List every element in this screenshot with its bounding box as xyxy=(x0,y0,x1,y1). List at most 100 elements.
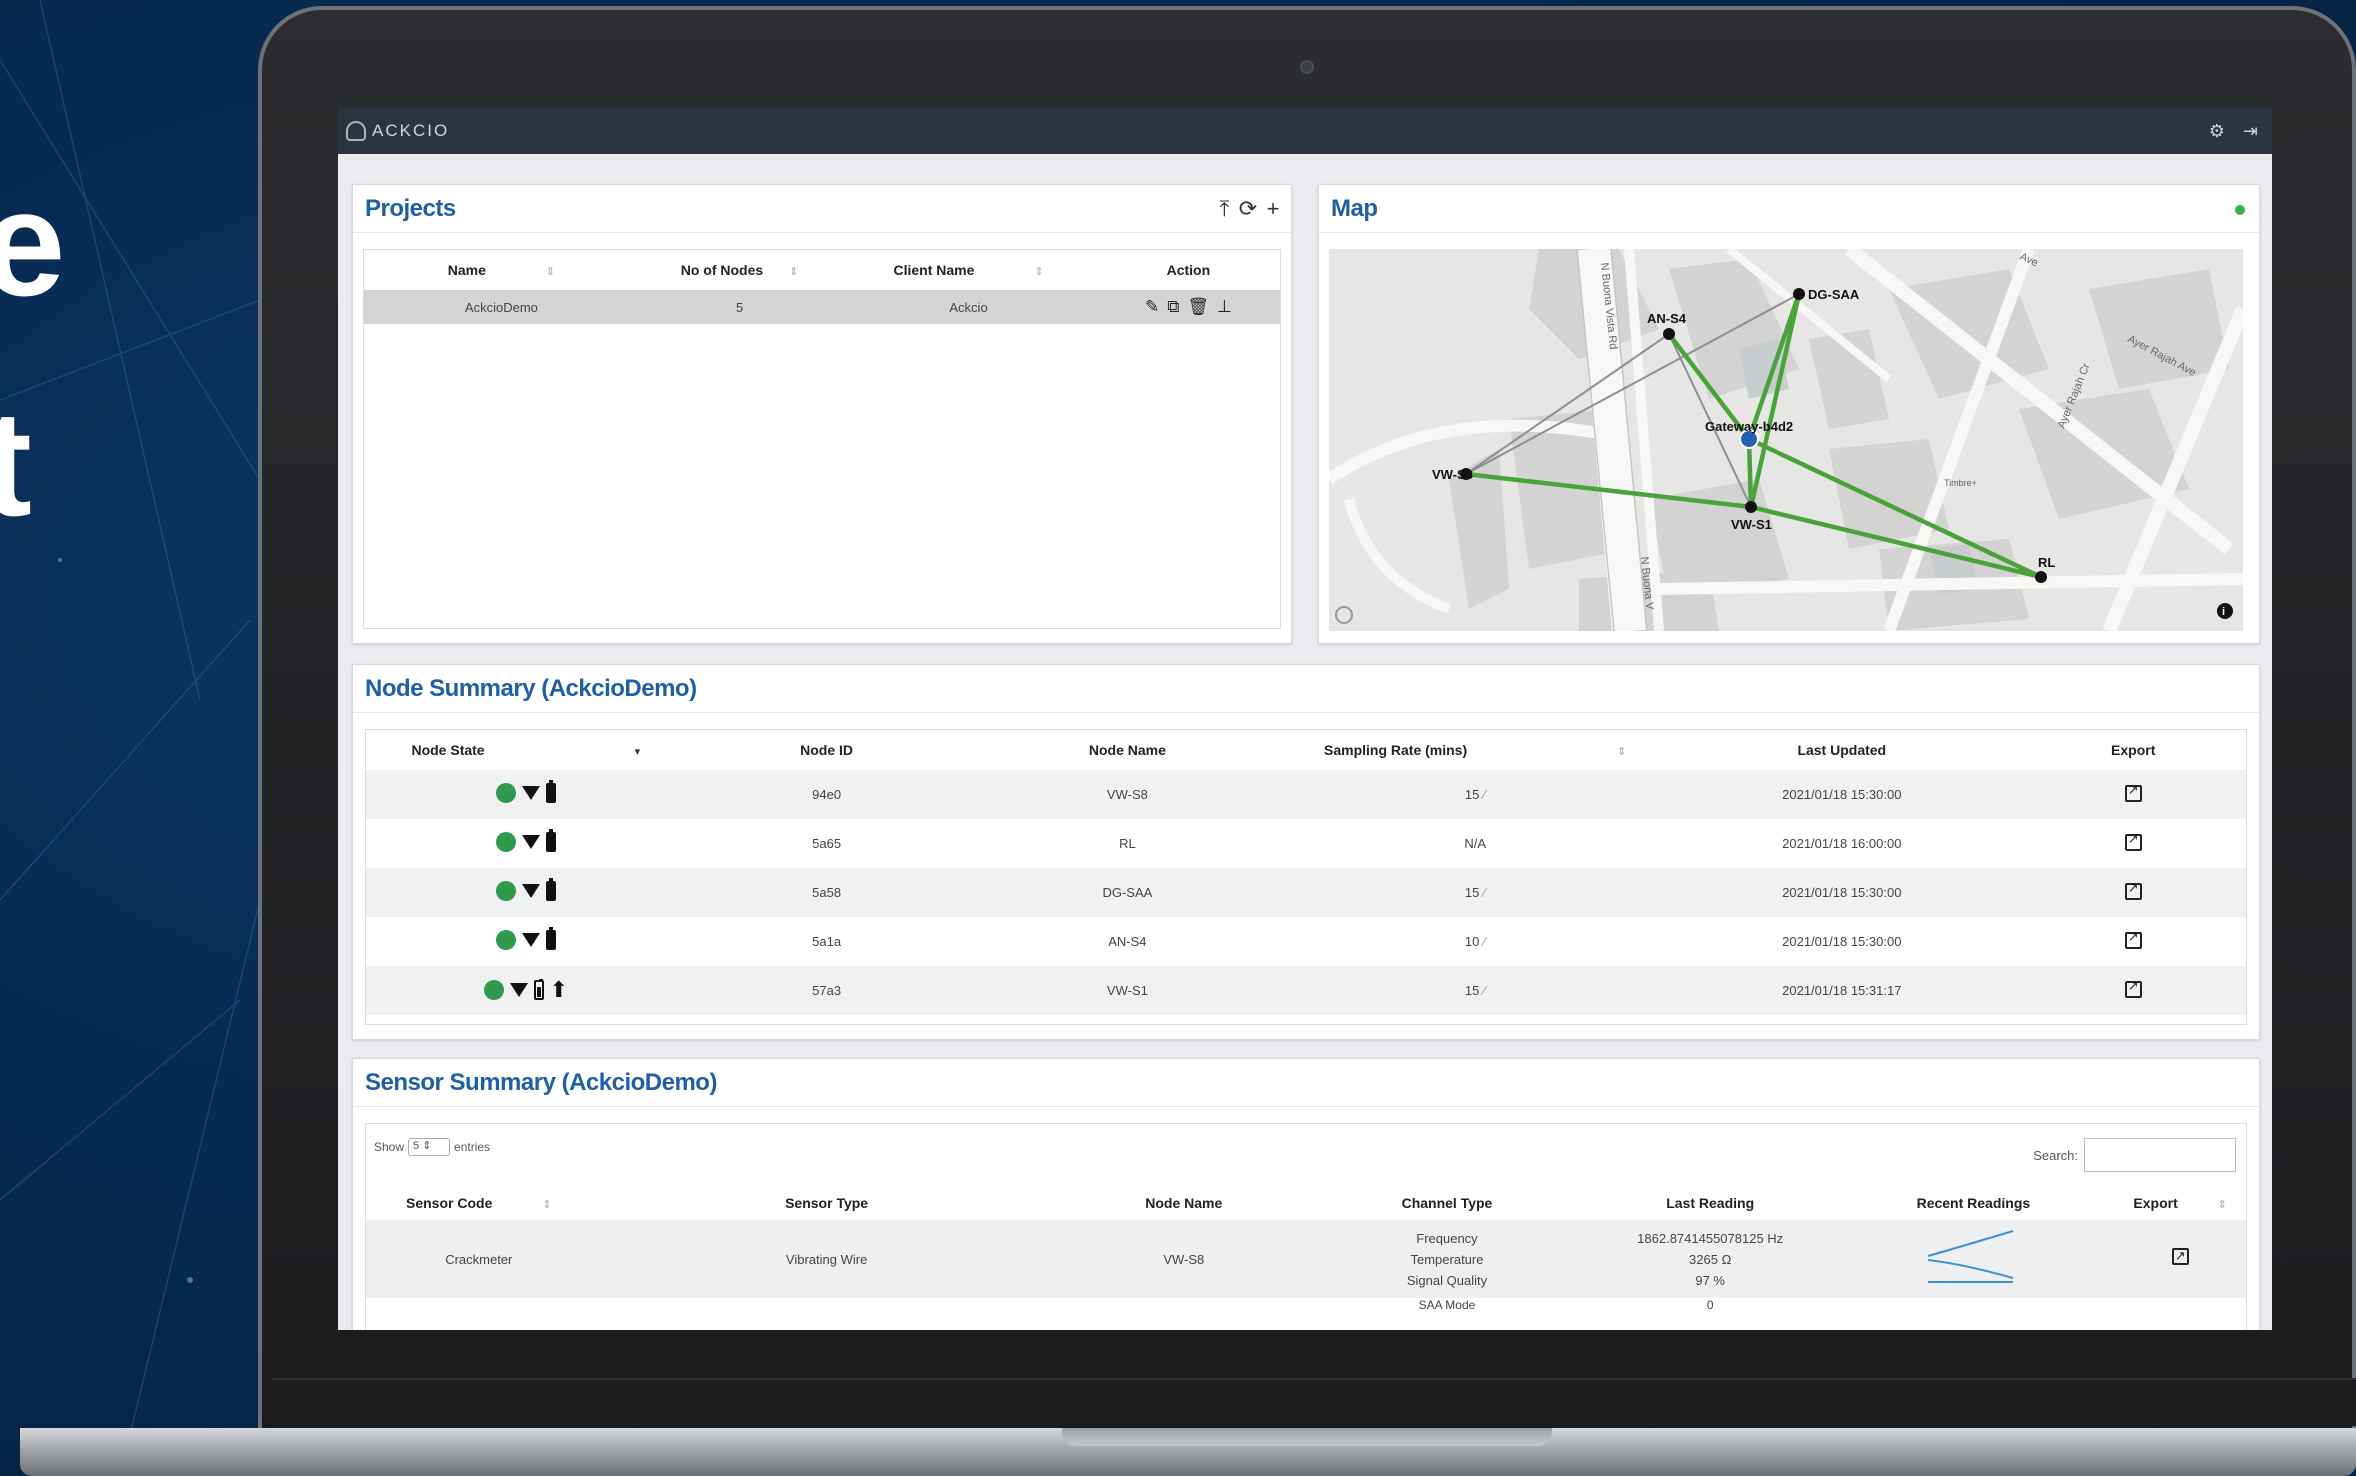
add-icon[interactable]: + xyxy=(1267,196,1280,222)
column-header[interactable]: Name ⇕ xyxy=(364,250,639,290)
last-updated: 2021/01/18 16:00:00 xyxy=(1782,836,1902,851)
channel-type: Signal Quality xyxy=(1406,1272,1488,1288)
sensor-node-name: VW-S8 xyxy=(1061,1220,1306,1298)
show-label: Show xyxy=(374,1140,405,1154)
column-header[interactable]: Node State ▾ xyxy=(366,730,686,770)
table-row[interactable]: SAA Mode 0 xyxy=(366,1298,2246,1328)
svg-text:i: i xyxy=(2222,606,2225,618)
upload-icon[interactable]: ⤒ xyxy=(1219,196,1229,222)
logo-icon xyxy=(346,121,366,141)
node-table: Node State ▾ Node ID Node Name Sampling R… xyxy=(366,730,2246,1015)
map-node-marker xyxy=(1663,328,1675,340)
table-row[interactable]: Crackmeter Vibrating Wire VW-S8 Frequenc… xyxy=(366,1220,2246,1298)
connection-status-dot xyxy=(2235,205,2245,215)
laptop-notch xyxy=(1062,1428,1552,1446)
column-header[interactable]: Export ⇕ xyxy=(2114,1186,2246,1220)
logout-icon[interactable]: ⇥ xyxy=(2243,121,2258,142)
node-name: DG-SAA xyxy=(967,868,1288,917)
online-status-icon xyxy=(495,930,516,950)
node-name: RL xyxy=(1119,836,1136,851)
edit-icon[interactable]: ⁄ xyxy=(1483,885,1485,900)
edit-icon[interactable]: ⁄ xyxy=(1483,934,1485,949)
export-icon[interactable] xyxy=(2124,880,2142,900)
map-canvas[interactable]: N Buona Vista Rd N Buona V Ayer Rajah Av… xyxy=(1329,249,2243,631)
last-updated: 2021/01/18 15:30:00 xyxy=(1663,770,2021,819)
table-row[interactable]: 5a65 RL N/A 2021/01/18 16:00:00 xyxy=(366,819,2246,868)
sampling-rate: 15 xyxy=(1464,885,1480,900)
table-row[interactable]: 5a58 DG-SAA 15 ⁄ 2021/01/18 15:30:00 xyxy=(366,868,2246,917)
map-node-label: VW-S1 xyxy=(1731,517,1772,532)
search-label: Search: xyxy=(2033,1147,2078,1163)
panel-title: Sensor Summary (AckcioDemo) xyxy=(365,1068,717,1096)
export-icon[interactable] xyxy=(2124,782,2142,802)
sampling-rate: 10 xyxy=(1464,934,1480,949)
export-icon[interactable] xyxy=(2124,929,2142,949)
node-name: AN-S4 xyxy=(1108,934,1147,949)
column-header: Recent Readings xyxy=(1916,1195,2031,1211)
open-external-icon[interactable]: ⧉ xyxy=(1167,297,1179,317)
signal-icon xyxy=(521,835,540,849)
brand-logo[interactable]: ACKCIO xyxy=(346,121,449,141)
last-updated: 2021/01/18 15:30:00 xyxy=(1782,934,1902,949)
map-node-label: RL xyxy=(2038,555,2055,570)
edit-icon[interactable]: ⁄ xyxy=(1483,983,1485,998)
top-bar: ACKCIO ⚙ ⇥ xyxy=(338,108,2272,154)
power-plug-icon: ⬆ xyxy=(549,976,569,1002)
node-id: 5a1a xyxy=(812,934,842,949)
export-icon[interactable] xyxy=(2124,831,2142,851)
column-header[interactable]: Sampling Rate (mins) ⇕ xyxy=(1287,730,1663,770)
camera xyxy=(1300,60,1314,74)
project-node-count: 5 xyxy=(638,290,841,324)
export-icon[interactable] xyxy=(2124,978,2142,998)
sampling-rate: 15 xyxy=(1464,983,1480,998)
map-node-label: VW-S8 xyxy=(1432,467,1473,482)
battery-icon xyxy=(545,780,556,803)
column-header: Export xyxy=(2111,742,2156,758)
panel-title: Projects xyxy=(365,194,456,222)
battery-icon xyxy=(545,878,556,901)
table-row[interactable]: 5a1a AN-S4 10 ⁄ 2021/01/18 15:30:00 xyxy=(366,917,2246,966)
refresh-icon[interactable]: ⟳ xyxy=(1239,196,1257,222)
column-header: Channel Type xyxy=(1401,1195,1493,1211)
panel-title: Map xyxy=(1331,194,1378,222)
last-reading: 3265 Ω xyxy=(1689,1251,1732,1267)
column-header[interactable]: Client Name ⇕ xyxy=(840,250,1096,290)
last-updated: 2021/01/18 15:31:17 xyxy=(1663,966,2021,1015)
entries-select[interactable]: 5 ⇕ xyxy=(408,1138,451,1156)
node-table-container: Node State ▾ Node ID Node Name Sampling R… xyxy=(365,729,2247,1025)
node-id: 5a65 xyxy=(812,836,842,851)
column-header: Sensor Type xyxy=(785,1195,869,1211)
delete-icon[interactable]: 🗑 xyxy=(1187,297,1209,317)
sampling-rate: N/A xyxy=(1464,836,1487,851)
project-name: AckcioDemo xyxy=(364,290,639,324)
map-node-marker xyxy=(2035,571,2047,583)
table-row[interactable]: ⬆ 57a3 VW-S1 15 ⁄ 2021/01/18 15:31:17 xyxy=(366,966,2246,1015)
projects-table: Name ⇕ No of Nodes ⇕ Client Name ⇕ Action A… xyxy=(364,250,1280,324)
online-status-icon xyxy=(483,979,504,1000)
recent-readings-sparkline[interactable] xyxy=(1923,1226,2023,1286)
column-header: Action xyxy=(1166,262,1211,278)
table-row[interactable]: AckcioDemo 5 Ackcio ✎ ⧉ 🗑 ⊥ xyxy=(364,290,1280,324)
sensor-type: Vibrating Wire xyxy=(591,1220,1062,1298)
table-row[interactable]: 94e0 VW-S8 15 ⁄ 2021/01/18 15:30:00 xyxy=(366,770,2246,819)
app-screen: ACKCIO ⚙ ⇥ Projects ⤒ ⟳ + Name ⇕ No of No… xyxy=(338,108,2272,1330)
column-header[interactable]: No of Nodes ⇕ xyxy=(639,250,841,290)
last-reading: 1862.8741455078125 Hz xyxy=(1637,1230,1784,1246)
map-attribution-icon xyxy=(1335,606,1353,624)
edit-icon[interactable]: ⁄ xyxy=(1483,787,1485,802)
edit-icon[interactable]: ✎ xyxy=(1145,297,1159,317)
signal-icon xyxy=(521,884,540,898)
gear-icon[interactable]: ⚙ xyxy=(2209,121,2225,142)
projects-table-container: Name ⇕ No of Nodes ⇕ Client Name ⇕ Action A… xyxy=(363,249,1281,629)
map-node-marker xyxy=(1793,288,1805,300)
node-id: 57a3 xyxy=(685,966,968,1015)
signal-icon xyxy=(509,982,528,997)
last-updated: 2021/01/18 15:30:00 xyxy=(1663,868,2021,917)
download-icon[interactable]: ⊥ xyxy=(1217,297,1232,317)
column-header[interactable]: Sensor Code ⇕ xyxy=(366,1186,592,1220)
export-icon[interactable] xyxy=(2171,1245,2189,1266)
project-client: Ackcio xyxy=(840,290,1097,324)
column-header: Node ID xyxy=(800,742,854,758)
search-input[interactable] xyxy=(2084,1138,2236,1172)
projects-panel: Projects ⤒ ⟳ + Name ⇕ No of Nodes ⇕ Client… xyxy=(352,184,1292,644)
